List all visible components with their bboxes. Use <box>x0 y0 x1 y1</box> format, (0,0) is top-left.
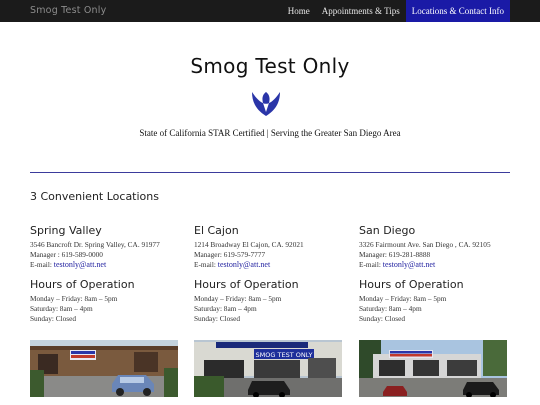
location-address: 3546 Bancroft Dr. Spring Valley, CA. 919… <box>30 240 160 249</box>
location-name: San Diego <box>359 224 416 237</box>
hours-saturday: Saturday: 8am – 4pm <box>30 304 93 313</box>
hours-saturday: Saturday: 8am – 4pm <box>194 304 257 313</box>
hours-title: Hours of Operation <box>359 278 464 291</box>
shop-sign-text: SMOG TEST ONLY <box>256 351 313 359</box>
location-el-cajon: El Cajon 1214 Broadway El Cajon, CA. 920… <box>194 224 346 324</box>
tagline: State of California STAR Certified | Ser… <box>139 128 401 138</box>
location-email-row: E-mail: testonly@att.net <box>359 260 511 270</box>
nav-appointments-tips[interactable]: Appointments & Tips <box>316 0 406 22</box>
location-manager: Manager : 619-589-0000 <box>30 250 103 259</box>
location-manager: Manager: 619-281-8888 <box>359 250 431 259</box>
location-address: 1214 Broadway El Cajon, CA. 92021 <box>194 240 304 249</box>
location-email-row: E-mail: testonly@att.net <box>194 260 346 270</box>
location-address: 3326 Fairmount Ave. San Diego , CA. 9210… <box>359 240 491 249</box>
hours-sunday: Sunday: Closed <box>194 314 241 323</box>
location-san-diego: San Diego 3326 Fairmount Ave. San Diego … <box>359 224 511 324</box>
main-nav: Home Appointments & Tips Locations & Con… <box>282 0 510 22</box>
blue-emblem-icon <box>248 90 284 118</box>
email-prefix: E-mail: <box>194 260 218 269</box>
location-manager: Manager: 619-579-7777 <box>194 250 266 259</box>
location-name: El Cajon <box>194 224 239 237</box>
hours-weekday: Monday – Friday: 8am – 5pm <box>359 294 447 303</box>
hours-title: Hours of Operation <box>194 278 299 291</box>
divider <box>30 172 510 173</box>
email-link[interactable]: testonly@att.net <box>218 260 270 269</box>
email-link[interactable]: testonly@att.net <box>383 260 435 269</box>
san-diego-shop-photo <box>359 340 507 397</box>
page-title: Smog Test Only <box>190 54 350 78</box>
spring-valley-shop-photo <box>30 340 178 397</box>
hours-sunday: Sunday: Closed <box>30 314 77 323</box>
email-prefix: E-mail: <box>30 260 54 269</box>
nav-locations-contact[interactable]: Locations & Contact Info <box>405 0 510 22</box>
hours-title: Hours of Operation <box>30 278 135 291</box>
location-name: Spring Valley <box>30 224 102 237</box>
hours-saturday: Saturday: 8am – 4pm <box>359 304 422 313</box>
nav-home[interactable]: Home <box>282 0 316 22</box>
email-prefix: E-mail: <box>359 260 383 269</box>
locations-heading: 3 Convenient Locations <box>30 190 159 203</box>
email-link[interactable]: testonly@att.net <box>54 260 106 269</box>
top-navigation-bar: Smog Test Only Home Appointments & Tips … <box>0 0 540 22</box>
hours-weekday: Monday – Friday: 8am – 5pm <box>30 294 118 303</box>
hours-weekday: Monday – Friday: 8am – 5pm <box>194 294 282 303</box>
hours-sunday: Sunday: Closed <box>359 314 406 323</box>
el-cajon-shop-photo: SMOG TEST ONLY <box>194 340 342 397</box>
location-email-row: E-mail: testonly@att.net <box>30 260 182 270</box>
site-name-link[interactable]: Smog Test Only <box>30 5 106 16</box>
location-spring-valley: Spring Valley 3546 Bancroft Dr. Spring V… <box>30 224 182 324</box>
